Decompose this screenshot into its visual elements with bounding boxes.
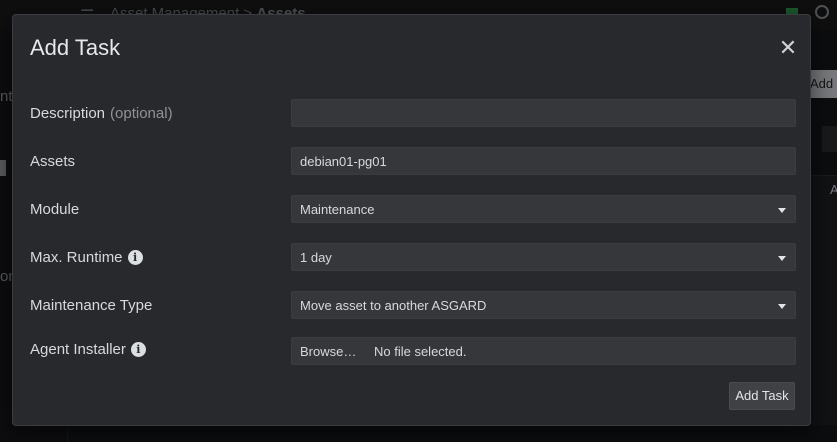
agent-installer-file-input[interactable]: Browse… No file selected.: [291, 337, 796, 365]
info-icon[interactable]: i: [130, 342, 146, 357]
agent-installer-label: Agent Installer i: [30, 341, 146, 358]
assets-row: Assets debian01-pg01: [13, 147, 812, 177]
assets-input[interactable]: debian01-pg01: [291, 147, 796, 175]
max-runtime-select[interactable]: 1 day: [291, 243, 796, 271]
module-row: Module Maintenance: [13, 195, 812, 225]
description-label-text: Description: [30, 105, 106, 122]
info-icon[interactable]: i: [127, 250, 143, 265]
agent-installer-label-text: Agent Installer: [30, 341, 126, 358]
dialog-title: Add Task: [30, 35, 121, 60]
caret-down-icon: [778, 304, 786, 309]
file-status: No file selected.: [373, 344, 467, 359]
add-task-button[interactable]: Add Task: [729, 382, 795, 410]
description-row: Description (optional): [13, 99, 812, 129]
add-task-dialog: Add Task ✕ Description (optional) Assets…: [12, 14, 811, 426]
module-select[interactable]: Maintenance: [291, 195, 796, 223]
maintenance-type-label: Maintenance Type: [30, 297, 153, 314]
max-runtime-row: Max. Runtime i 1 day: [13, 243, 812, 273]
browse-button[interactable]: Browse…: [300, 344, 356, 359]
description-label: Description (optional): [30, 105, 173, 122]
max-runtime-label-text: Max. Runtime: [30, 249, 123, 266]
caret-down-icon: [778, 208, 786, 213]
maintenance-type-value: Move asset to another ASGARD: [300, 298, 487, 313]
description-input[interactable]: [291, 99, 796, 127]
max-runtime-value: 1 day: [300, 250, 332, 265]
max-runtime-label: Max. Runtime i: [30, 249, 143, 266]
maintenance-type-select[interactable]: Move asset to another ASGARD: [291, 291, 796, 319]
assets-label: Assets: [30, 153, 76, 170]
agent-installer-row: Agent Installer i Browse… No file select…: [13, 337, 812, 367]
module-value: Maintenance: [300, 202, 375, 217]
optional-hint: (optional): [110, 105, 173, 122]
module-label: Module: [30, 201, 80, 218]
maintenance-type-row: Maintenance Type Move asset to another A…: [13, 291, 812, 321]
close-icon[interactable]: ✕: [777, 37, 799, 59]
caret-down-icon: [778, 256, 786, 261]
